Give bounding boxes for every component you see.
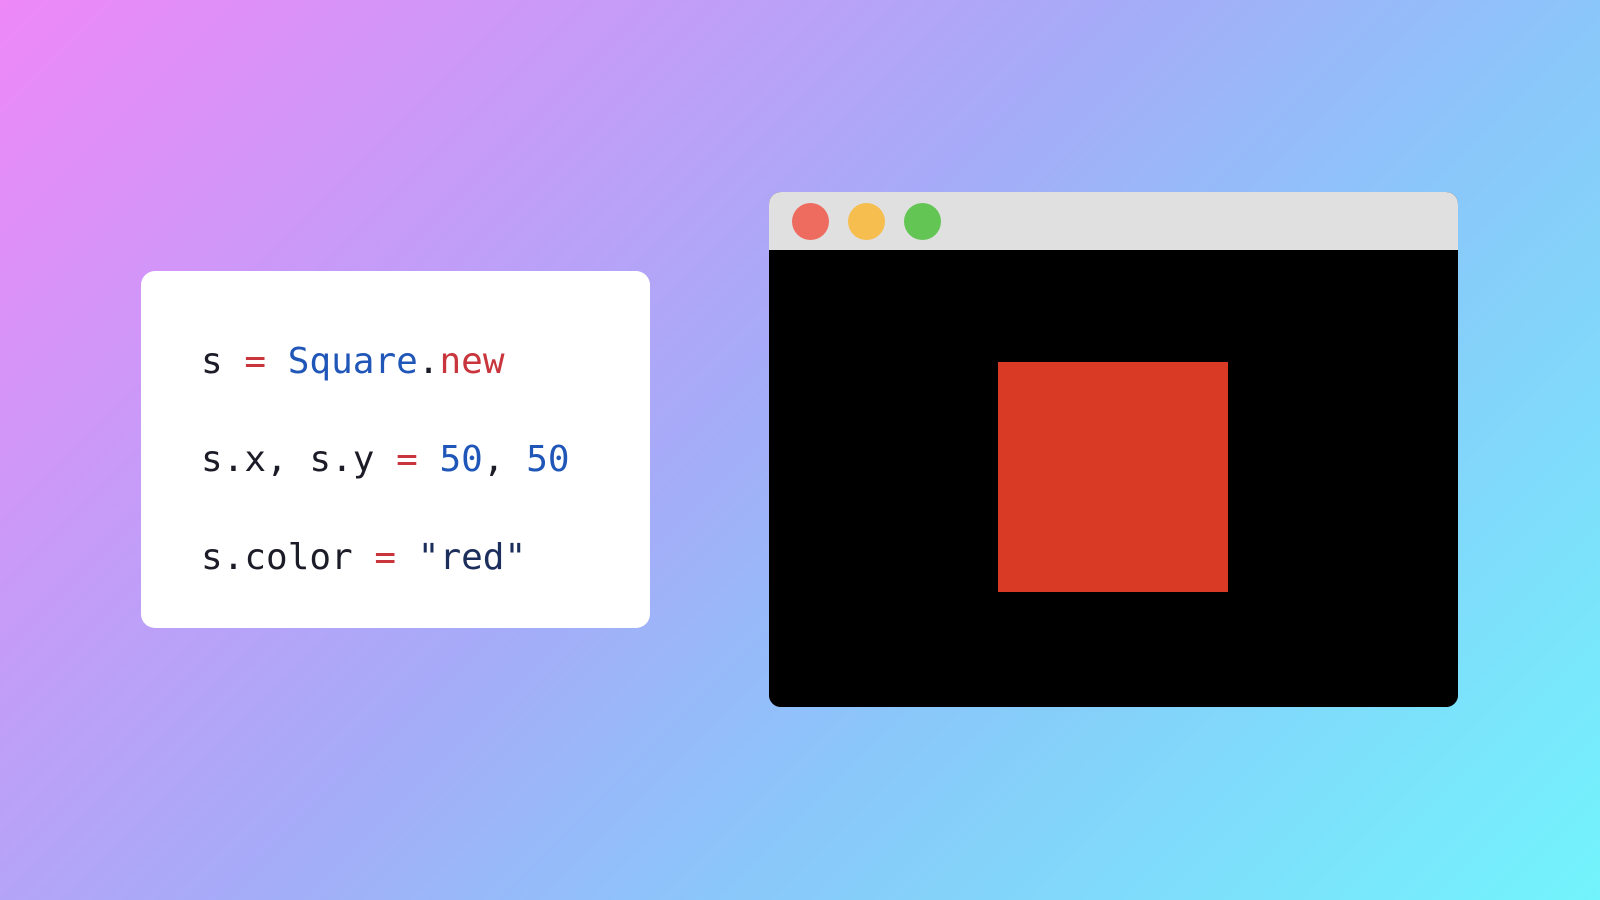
code-token: =	[396, 439, 418, 480]
window-canvas	[769, 250, 1458, 707]
maximize-window-icon[interactable]	[904, 203, 941, 240]
code-line-1: s = Square.new	[201, 313, 650, 411]
code-token: .	[417, 341, 440, 382]
page-background: { "code": { "lines": [ [ {"text": "s", "…	[0, 0, 1600, 900]
code-token: "red"	[417, 537, 527, 578]
code-token: 50	[439, 439, 483, 480]
window-titlebar[interactable]	[769, 192, 1458, 250]
app-window	[769, 192, 1458, 707]
code-token: s	[201, 341, 223, 382]
code-token: =	[244, 341, 267, 382]
minimize-window-icon[interactable]	[848, 203, 885, 240]
code-token: 50	[526, 439, 570, 480]
code-token: ,	[266, 439, 310, 480]
code-token: =	[374, 537, 397, 578]
code-token: new	[439, 341, 505, 382]
red-square	[998, 362, 1228, 592]
code-token: s.y	[309, 439, 375, 480]
close-window-icon[interactable]	[792, 203, 829, 240]
code-token: s.color	[201, 537, 353, 578]
code-token: ,	[482, 439, 527, 480]
code-line-2: s.x, s.y = 50, 50	[201, 411, 650, 509]
code-snippet-card: s = Square.new s.x, s.y = 50, 50 s.color…	[141, 271, 650, 628]
code-token: s.x	[201, 439, 267, 480]
code-token: Square	[287, 341, 418, 382]
code-line-3: s.color = "red"	[201, 509, 650, 607]
